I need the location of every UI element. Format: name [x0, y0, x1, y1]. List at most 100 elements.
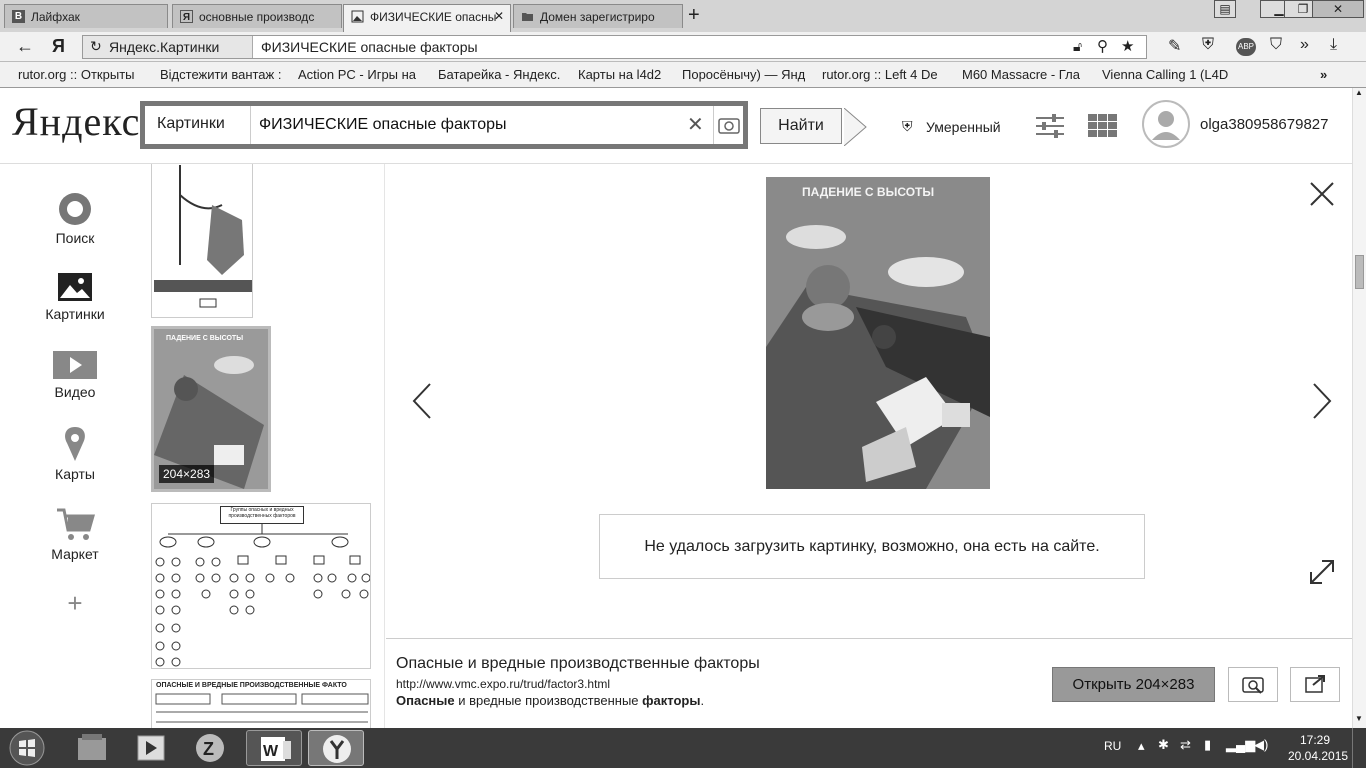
page-scrollbar[interactable]: ▲ ▼ — [1352, 88, 1366, 728]
avatar[interactable] — [1142, 100, 1190, 148]
sidebar-item-market[interactable]: Маркет — [25, 506, 125, 562]
description-text: и вредные производственные — [454, 693, 643, 708]
show-hidden-icons[interactable]: ▴ — [1138, 738, 1145, 754]
sidebar-item-images[interactable]: Картинки — [25, 272, 125, 322]
description-text: . — [700, 693, 705, 708]
url-text: ФИЗИЧЕСКИЕ опасные факторы — [261, 39, 478, 55]
tab-main-factors[interactable]: Я основные производс — [172, 4, 342, 28]
feather-icon[interactable]: ✎ — [1168, 36, 1181, 56]
bookmark-item[interactable]: Карты на l4d2 — [578, 67, 670, 82]
site-name: Яндекс.Картинки — [109, 39, 220, 55]
similar-images-button[interactable] — [1228, 667, 1278, 702]
sidebar-item-video[interactable]: Видео — [25, 350, 125, 400]
bookmark-item[interactable]: Батарейка - Яндекс. — [438, 67, 564, 82]
bookmark-item[interactable]: Поросёнычу) — Янд — [682, 67, 808, 82]
tab-list-button[interactable]: ▤ — [1214, 0, 1236, 18]
volume-icon[interactable]: ◀) — [1254, 737, 1268, 753]
bookmarks-bar: rutor.org :: Открыты Відстежити вантаж :… — [0, 62, 1366, 88]
download-icon[interactable]: ⤓ — [1330, 36, 1337, 54]
tab-physical-factors[interactable]: ФИЗИЧЕСКИЕ опасны ✕ — [343, 4, 511, 32]
more-extensions-icon[interactable]: » — [1300, 36, 1309, 54]
lock-icon[interactable]: 🔓︎ — [1073, 38, 1082, 55]
start-button[interactable] — [4, 729, 50, 767]
settings-sliders-icon[interactable] — [1034, 112, 1066, 140]
scroll-down-icon[interactable]: ▼ — [1355, 714, 1363, 723]
image-source-url[interactable]: http://www.vmc.expo.ru/trud/factor3.html — [396, 677, 610, 691]
yandex-header: Яндекс Картинки ✕ Найти ⛨ Умеренный olga… — [0, 88, 1366, 164]
folder-icon — [521, 10, 534, 23]
clock-date[interactable]: 20.04.2015 — [1288, 749, 1348, 763]
language-indicator[interactable]: RU — [1104, 739, 1121, 753]
zona-taskbar-icon[interactable]: Z — [182, 730, 238, 766]
sidebar-item-label: Карты — [55, 466, 95, 482]
thumbnail-climber[interactable] — [151, 164, 253, 318]
media-player-taskbar-icon[interactable] — [122, 730, 178, 766]
more-bookmarks-button[interactable]: » — [1320, 67, 1327, 82]
image-source-title[interactable]: Опасные и вредные производственные факто… — [396, 655, 760, 673]
thumbnail-factor-groups[interactable]: Группы опасных и вредных производственны… — [151, 503, 371, 669]
close-tab-icon[interactable]: ✕ — [494, 9, 504, 23]
bookmark-item[interactable]: Vienna Calling 1 (L4D — [1102, 67, 1228, 82]
pocket-icon[interactable]: ⛉ — [1270, 36, 1282, 54]
add-service-button[interactable]: + — [25, 588, 125, 619]
search-input[interactable] — [259, 106, 679, 144]
search-service-label[interactable]: Картинки — [145, 106, 251, 144]
thumbnail-title: Группы опасных и вредных производственны… — [220, 506, 304, 524]
bookmark-item[interactable]: Відстежити вантаж : — [160, 67, 286, 82]
scroll-up-icon[interactable]: ▲ — [1355, 88, 1363, 97]
tab-label: основные производс — [199, 10, 315, 24]
new-tab-button[interactable]: + — [688, 4, 700, 27]
scrollbar-thumb[interactable] — [1355, 255, 1364, 289]
back-arrow-icon[interactable]: ← — [16, 36, 34, 57]
site-chip[interactable]: ↻ Яндекс.Картинки — [83, 36, 253, 58]
yandex-logo[interactable]: Яндекс — [12, 98, 140, 145]
refresh-icon[interactable]: ↻ — [90, 38, 102, 55]
apps-grid-icon[interactable] — [1088, 114, 1118, 138]
bookmark-item[interactable]: Action PC - Игры на — [298, 67, 424, 82]
thumbnail-fall-from-height[interactable]: ПАДЕНИЕ С ВЫСОТЫ 204×283 — [151, 326, 271, 492]
word-taskbar-icon[interactable]: W — [246, 730, 302, 766]
close-window-button[interactable]: ✕ — [1312, 0, 1364, 18]
description-highlight: Опасные — [396, 693, 455, 708]
thumbnail-title: ПАДЕНИЕ С ВЫСОТЫ — [166, 335, 244, 342]
close-preview-icon[interactable] — [1308, 180, 1336, 208]
sidebar-item-label: Поиск — [55, 230, 95, 246]
fullscreen-icon[interactable] — [1308, 558, 1336, 586]
yandex-home-icon[interactable]: Я — [52, 36, 65, 57]
thumbnail-hazard-table[interactable]: ОПАСНЫЕ И ВРЕДНЫЕ ПРОИЗВОДСТВЕННЫЕ ФАКТО — [151, 679, 371, 728]
tab-domain[interactable]: Домен зарегистриро — [513, 4, 683, 28]
video-icon — [53, 351, 97, 379]
explorer-taskbar-icon[interactable] — [64, 730, 120, 766]
clear-search-icon[interactable]: ✕ — [687, 112, 704, 137]
share-button[interactable] — [1290, 667, 1340, 702]
username[interactable]: olga380958679827 — [1200, 116, 1328, 133]
network-tray-icon[interactable]: ⇄ — [1180, 737, 1191, 753]
tab-lifehack[interactable]: В Лайфхак — [4, 4, 168, 28]
clock-time[interactable]: 17:29 — [1300, 733, 1330, 747]
camera-search-icon[interactable] — [713, 106, 743, 144]
prev-image-arrow-icon[interactable] — [410, 382, 434, 420]
next-image-arrow-icon[interactable] — [1310, 382, 1334, 420]
sidebar-item-search[interactable]: Поиск — [25, 192, 125, 246]
shield-check-icon[interactable]: ⛨ — [1202, 36, 1214, 54]
bluetooth-icon[interactable]: ✱ — [1158, 737, 1169, 753]
adblock-icon[interactable]: ABP — [1236, 38, 1256, 56]
cart-icon — [57, 508, 95, 540]
open-image-button[interactable]: Открыть 204×283 — [1052, 667, 1215, 702]
signal-icon[interactable]: ▂▄▆ — [1226, 737, 1255, 753]
battery-icon[interactable]: ▮ — [1204, 737, 1211, 753]
show-desktop-button[interactable] — [1352, 728, 1366, 768]
zoom-icon[interactable]: ⚲ — [1097, 37, 1108, 55]
bookmark-item[interactable]: M60 Massacre - Гла — [962, 67, 1088, 82]
yandex-browser-taskbar-icon[interactable] — [308, 730, 364, 766]
image-icon — [351, 10, 364, 23]
star-icon[interactable]: ★ — [1121, 37, 1134, 55]
url-field[interactable]: ↻ Яндекс.Картинки ФИЗИЧЕСКИЕ опасные фак… — [82, 35, 1147, 59]
safe-search-label[interactable]: Умеренный — [926, 119, 1001, 135]
tab-label: ФИЗИЧЕСКИЕ опасны — [370, 10, 497, 24]
bookmark-item[interactable]: rutor.org :: Left 4 De — [822, 67, 948, 82]
bookmark-item[interactable]: rutor.org :: Открыты — [18, 67, 146, 82]
find-button[interactable]: Найти — [760, 108, 842, 144]
sidebar-item-maps[interactable]: Карты — [25, 426, 125, 482]
preview-image[interactable]: ПАДЕНИЕ С ВЫСОТЫ — [766, 177, 990, 489]
